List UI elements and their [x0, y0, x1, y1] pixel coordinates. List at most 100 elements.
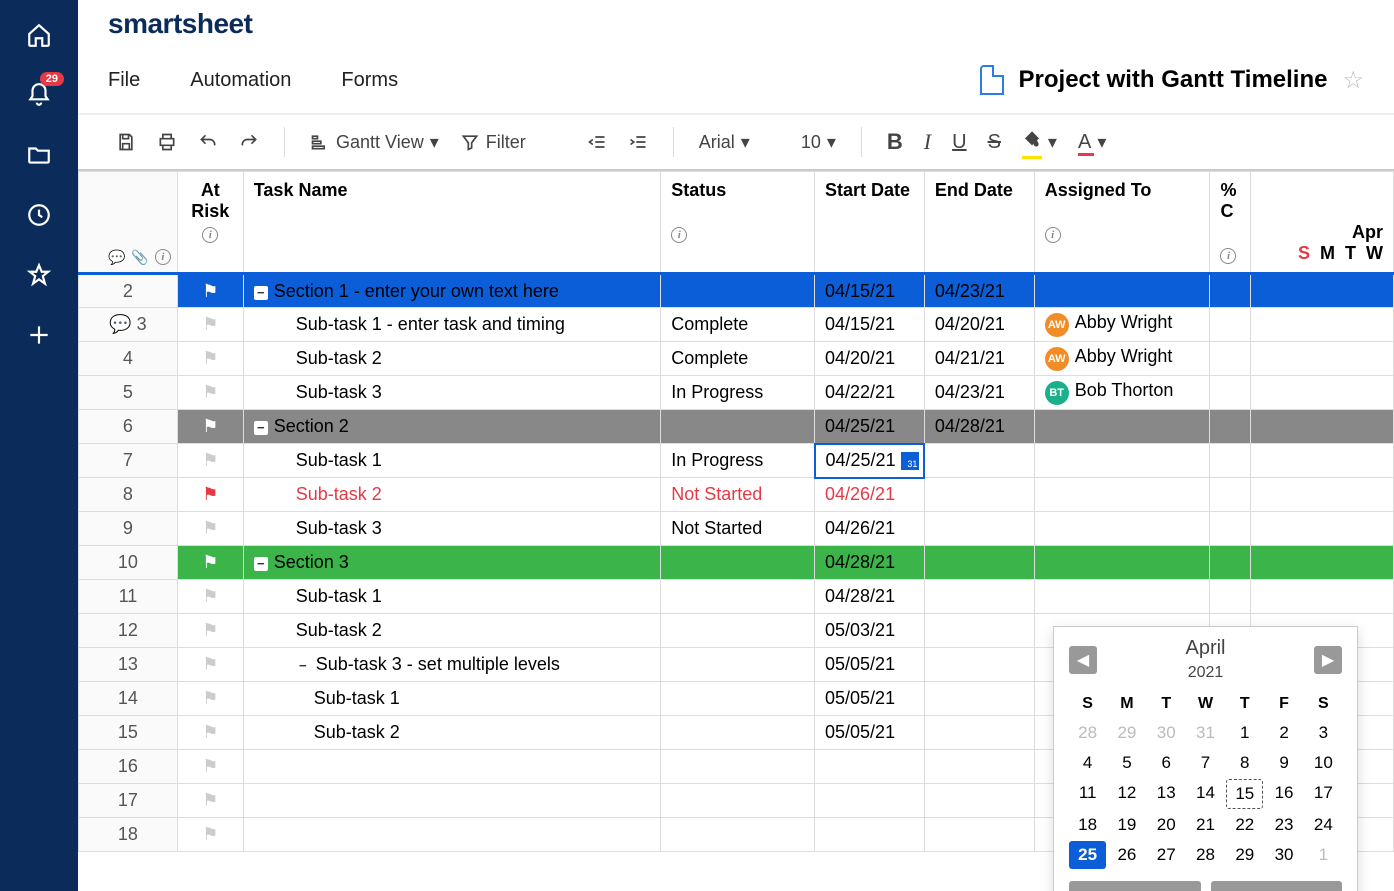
add-icon[interactable] [24, 320, 54, 350]
cell-task[interactable]: Sub-task 2 [243, 614, 660, 648]
cell-end-date[interactable] [924, 444, 1034, 478]
cell-start-date[interactable]: 04/20/21 [815, 342, 925, 376]
cell-end-date[interactable]: 04/28/21 [924, 410, 1034, 444]
flag-icon[interactable]: ⚑ [202, 348, 218, 368]
row-number[interactable]: 💬 3 [79, 308, 178, 342]
calendar-day[interactable]: 24 [1305, 811, 1342, 839]
table-row[interactable]: 2⚑−Section 1 - enter your own text here0… [79, 274, 1394, 308]
undo-button[interactable] [190, 126, 226, 158]
cell-pct[interactable] [1210, 410, 1251, 444]
cell-start-date[interactable]: 04/25/2131 [815, 444, 925, 478]
cell-start-date[interactable] [815, 818, 925, 852]
cell-assigned[interactable]: AWAbby Wright [1034, 308, 1210, 342]
row-number[interactable]: 10 [79, 546, 178, 580]
calendar-day[interactable]: 18 [1069, 811, 1106, 839]
folder-icon[interactable] [24, 140, 54, 170]
cell-end-date[interactable]: 04/23/21 [924, 274, 1034, 308]
cell-flag[interactable]: ⚑ [177, 546, 243, 580]
cell-task[interactable]: Sub-task 1 - enter task and timing [243, 308, 660, 342]
flag-icon[interactable]: ⚑ [202, 552, 218, 572]
cell-task[interactable] [243, 750, 660, 784]
cell-flag[interactable]: ⚑ [177, 512, 243, 546]
cell-start-date[interactable]: 04/15/21 [815, 274, 925, 308]
view-selector[interactable]: Gantt View ▾ [302, 126, 447, 159]
cell-assigned[interactable] [1034, 546, 1210, 580]
cell-status[interactable] [661, 716, 815, 750]
flag-icon[interactable]: ⚑ [202, 484, 218, 504]
comment-icon[interactable]: 💬 [109, 314, 131, 334]
calendar-day[interactable]: 14 [1187, 779, 1224, 809]
table-row[interactable]: 💬 3⚑Sub-task 1 - enter task and timingCo… [79, 308, 1394, 342]
cell-start-date[interactable]: 05/05/21 [815, 682, 925, 716]
row-number[interactable]: 13 [79, 648, 178, 682]
calendar-day[interactable]: 11 [1069, 779, 1106, 809]
cell-assigned[interactable] [1034, 478, 1210, 512]
calendar-day[interactable]: 23 [1265, 811, 1302, 839]
indent-button[interactable] [620, 126, 656, 158]
flag-icon[interactable]: ⚑ [202, 790, 218, 810]
cell-flag[interactable]: ⚑ [177, 750, 243, 784]
cell-pct[interactable] [1210, 580, 1251, 614]
cell-gantt[interactable] [1251, 308, 1394, 342]
bold-button[interactable]: B [879, 123, 911, 161]
flag-icon[interactable]: ⚑ [202, 654, 218, 674]
cell-flag[interactable]: ⚑ [177, 784, 243, 818]
col-at-risk[interactable]: At Riski [177, 172, 243, 274]
menu-file[interactable]: File [108, 69, 140, 92]
cell-end-date[interactable]: 04/20/21 [924, 308, 1034, 342]
fill-color-button[interactable]: ▾ [1014, 124, 1065, 161]
calendar-icon[interactable]: 31 [901, 452, 919, 470]
collapse-icon[interactable]: − [254, 286, 268, 300]
cell-gantt[interactable] [1251, 410, 1394, 444]
cell-gantt[interactable] [1251, 444, 1394, 478]
cell-flag[interactable]: ⚑ [177, 648, 243, 682]
cell-end-date[interactable] [924, 546, 1034, 580]
calendar-day[interactable]: 8 [1226, 749, 1263, 777]
cell-end-date[interactable] [924, 818, 1034, 852]
row-number[interactable]: 16 [79, 750, 178, 784]
cell-status[interactable] [661, 580, 815, 614]
col-end[interactable]: End Date [924, 172, 1034, 274]
menu-automation[interactable]: Automation [190, 69, 291, 92]
cell-pct[interactable] [1210, 274, 1251, 308]
row-number[interactable]: 2 [79, 274, 178, 308]
table-row[interactable]: 8⚑Sub-task 2Not Started04/26/21 [79, 478, 1394, 512]
row-number[interactable]: 5 [79, 376, 178, 410]
cell-task[interactable] [243, 818, 660, 852]
cell-task[interactable]: Sub-task 3 [243, 376, 660, 410]
calendar-day[interactable]: 3 [1305, 719, 1342, 747]
print-button[interactable] [149, 126, 185, 158]
calendar-day[interactable]: 6 [1148, 749, 1185, 777]
calendar-day[interactable]: 1 [1305, 841, 1342, 869]
calendar-day[interactable]: 7 [1187, 749, 1224, 777]
cell-assigned[interactable] [1034, 444, 1210, 478]
cell-task[interactable]: −Section 3 [243, 546, 660, 580]
cell-start-date[interactable]: 04/26/21 [815, 478, 925, 512]
row-number[interactable]: 6 [79, 410, 178, 444]
cell-status[interactable]: Not Started [661, 478, 815, 512]
menu-forms[interactable]: Forms [341, 69, 398, 92]
cell-task[interactable]: Sub-task 1 [243, 580, 660, 614]
cell-status[interactable]: Complete [661, 308, 815, 342]
col-status[interactable]: Statusi [661, 172, 815, 274]
text-color-button[interactable]: A ▾ [1070, 125, 1114, 160]
recents-icon[interactable] [24, 200, 54, 230]
cell-task[interactable]: Sub-task 2 [243, 342, 660, 376]
cell-end-date[interactable] [924, 682, 1034, 716]
calendar-day[interactable]: 12 [1108, 779, 1145, 809]
cell-pct[interactable] [1210, 308, 1251, 342]
calendar-day[interactable]: 17 [1305, 779, 1342, 809]
calendar-day[interactable]: 16 [1265, 779, 1302, 809]
cell-flag[interactable]: ⚑ [177, 614, 243, 648]
cell-pct[interactable] [1210, 444, 1251, 478]
flag-icon[interactable]: ⚑ [202, 756, 218, 776]
collapse-icon[interactable]: − [296, 659, 310, 673]
flag-icon[interactable]: ⚑ [202, 281, 218, 301]
flag-icon[interactable]: ⚑ [202, 722, 218, 742]
cell-end-date[interactable] [924, 614, 1034, 648]
cell-flag[interactable]: ⚑ [177, 444, 243, 478]
cell-start-date[interactable]: 04/25/21 [815, 410, 925, 444]
cell-pct[interactable] [1210, 342, 1251, 376]
cell-status[interactable] [661, 784, 815, 818]
calendar-day[interactable]: 26 [1108, 841, 1145, 869]
